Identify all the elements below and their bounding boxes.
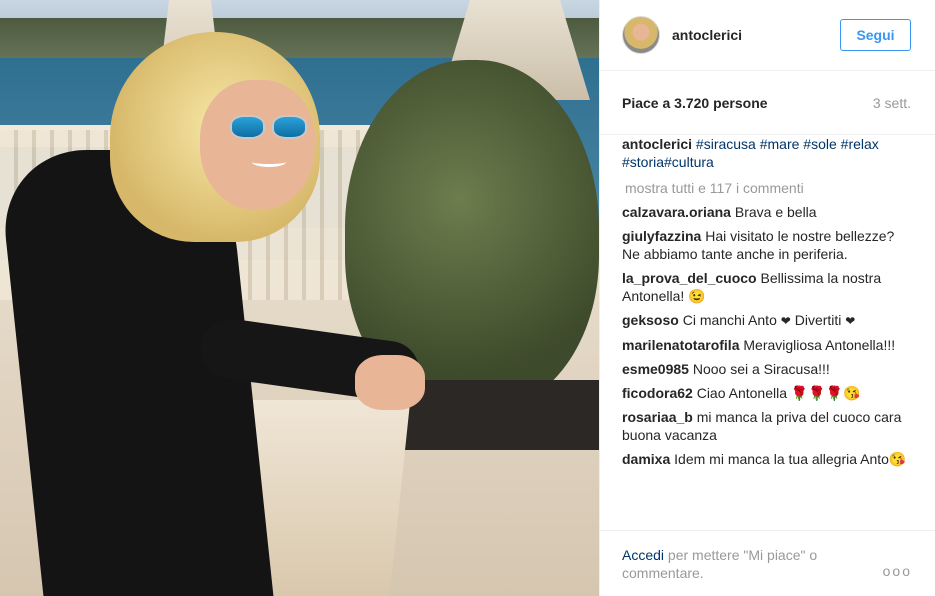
comment-item: geksoso Ci manchi Anto ❤ Divertiti ❤	[622, 311, 912, 330]
post-meta: Piace a 3.720 persone 3 sett.	[600, 71, 935, 135]
comment-username[interactable]: la_prova_del_cuoco	[622, 270, 757, 286]
follow-button[interactable]: Segui	[840, 19, 911, 51]
comment-text-2: Divertiti	[794, 312, 842, 328]
comment-username[interactable]: damixa	[622, 451, 670, 467]
kiss-emoji-icon: 😘	[888, 451, 907, 467]
post-photo[interactable]	[0, 0, 599, 596]
comment-item: rosariaa_b mi manca la priva del cuoco c…	[622, 408, 912, 444]
comment-text: Ci manchi Anto	[682, 312, 777, 328]
comment-username[interactable]: rosariaa_b	[622, 409, 693, 425]
comment-text: Meravigliosa Antonella!!!	[743, 337, 896, 353]
comment-text: Ciao Antonella	[696, 385, 787, 401]
caption-username[interactable]: antoclerici	[622, 136, 692, 152]
post-caption: antoclerici #siracusa #mare #sole #relax…	[622, 135, 912, 171]
comment-item: calzavara.oriana Brava e bella	[622, 203, 912, 221]
comment-text: Nooo sei a Siracusa!!!	[692, 361, 830, 377]
post-side-panel: antoclerici Segui Piace a 3.720 persone …	[599, 0, 935, 596]
caption-hashtags-line1[interactable]: #siracusa #mare #sole #relax	[696, 136, 879, 152]
comment-item: giulyfazzina Hai visitato le nostre bell…	[622, 227, 912, 263]
comment-username[interactable]: geksoso	[622, 312, 679, 328]
comment-item: esme0985 Nooo sei a Siracusa!!!	[622, 360, 912, 378]
post-footer: Accedi per mettere "Mi piace" o commenta…	[600, 530, 935, 596]
comments-list[interactable]: antoclerici #siracusa #mare #sole #relax…	[600, 135, 935, 530]
login-prompt: Accedi per mettere "Mi piace" o commenta…	[622, 546, 882, 596]
heart-icon: ❤	[780, 314, 791, 328]
comment-item: marilenatotarofila Meravigliosa Antonell…	[622, 336, 912, 354]
photo-person-hands	[355, 355, 425, 410]
comment-username[interactable]: esme0985	[622, 361, 689, 377]
login-link[interactable]: Accedi	[622, 547, 664, 563]
caption-hashtags-line2[interactable]: #storia#cultura	[622, 154, 714, 170]
photo-smile	[252, 157, 286, 167]
heart-icon: ❤	[845, 314, 856, 328]
comment-item: ficodora62 Ciao Antonella 🌹🌹🌹😘	[622, 384, 912, 402]
instagram-post: antoclerici Segui Piace a 3.720 persone …	[0, 0, 935, 596]
comment-username[interactable]: giulyfazzina	[622, 228, 701, 244]
post-time[interactable]: 3 sett.	[873, 95, 911, 111]
header-username[interactable]: antoclerici	[672, 27, 840, 43]
avatar[interactable]	[622, 16, 660, 54]
post-header: antoclerici Segui	[600, 0, 935, 71]
likes-count[interactable]: Piace a 3.720 persone	[622, 95, 768, 111]
photo-sunglasses	[230, 115, 310, 141]
wink-emoji-icon: 😉	[688, 288, 706, 304]
load-more-comments[interactable]: mostra tutti e 117 i commenti	[625, 179, 912, 197]
comment-text: Idem mi manca la tua allegria Anto	[674, 451, 889, 467]
comment-item: la_prova_del_cuoco Bellissima la nostra …	[622, 269, 912, 305]
comment-text: Brava e bella	[734, 204, 817, 220]
comment-username[interactable]: marilenatotarofila	[622, 337, 739, 353]
ellipsis-icon[interactable]: ooo	[882, 563, 912, 596]
photo-person-face	[200, 80, 315, 210]
comment-username[interactable]: calzavara.oriana	[622, 204, 731, 220]
rose-kiss-emoji-icon: 🌹🌹🌹😘	[790, 385, 861, 401]
comment-item: damixa Idem mi manca la tua allegria Ant…	[622, 450, 912, 468]
comment-username[interactable]: ficodora62	[622, 385, 693, 401]
